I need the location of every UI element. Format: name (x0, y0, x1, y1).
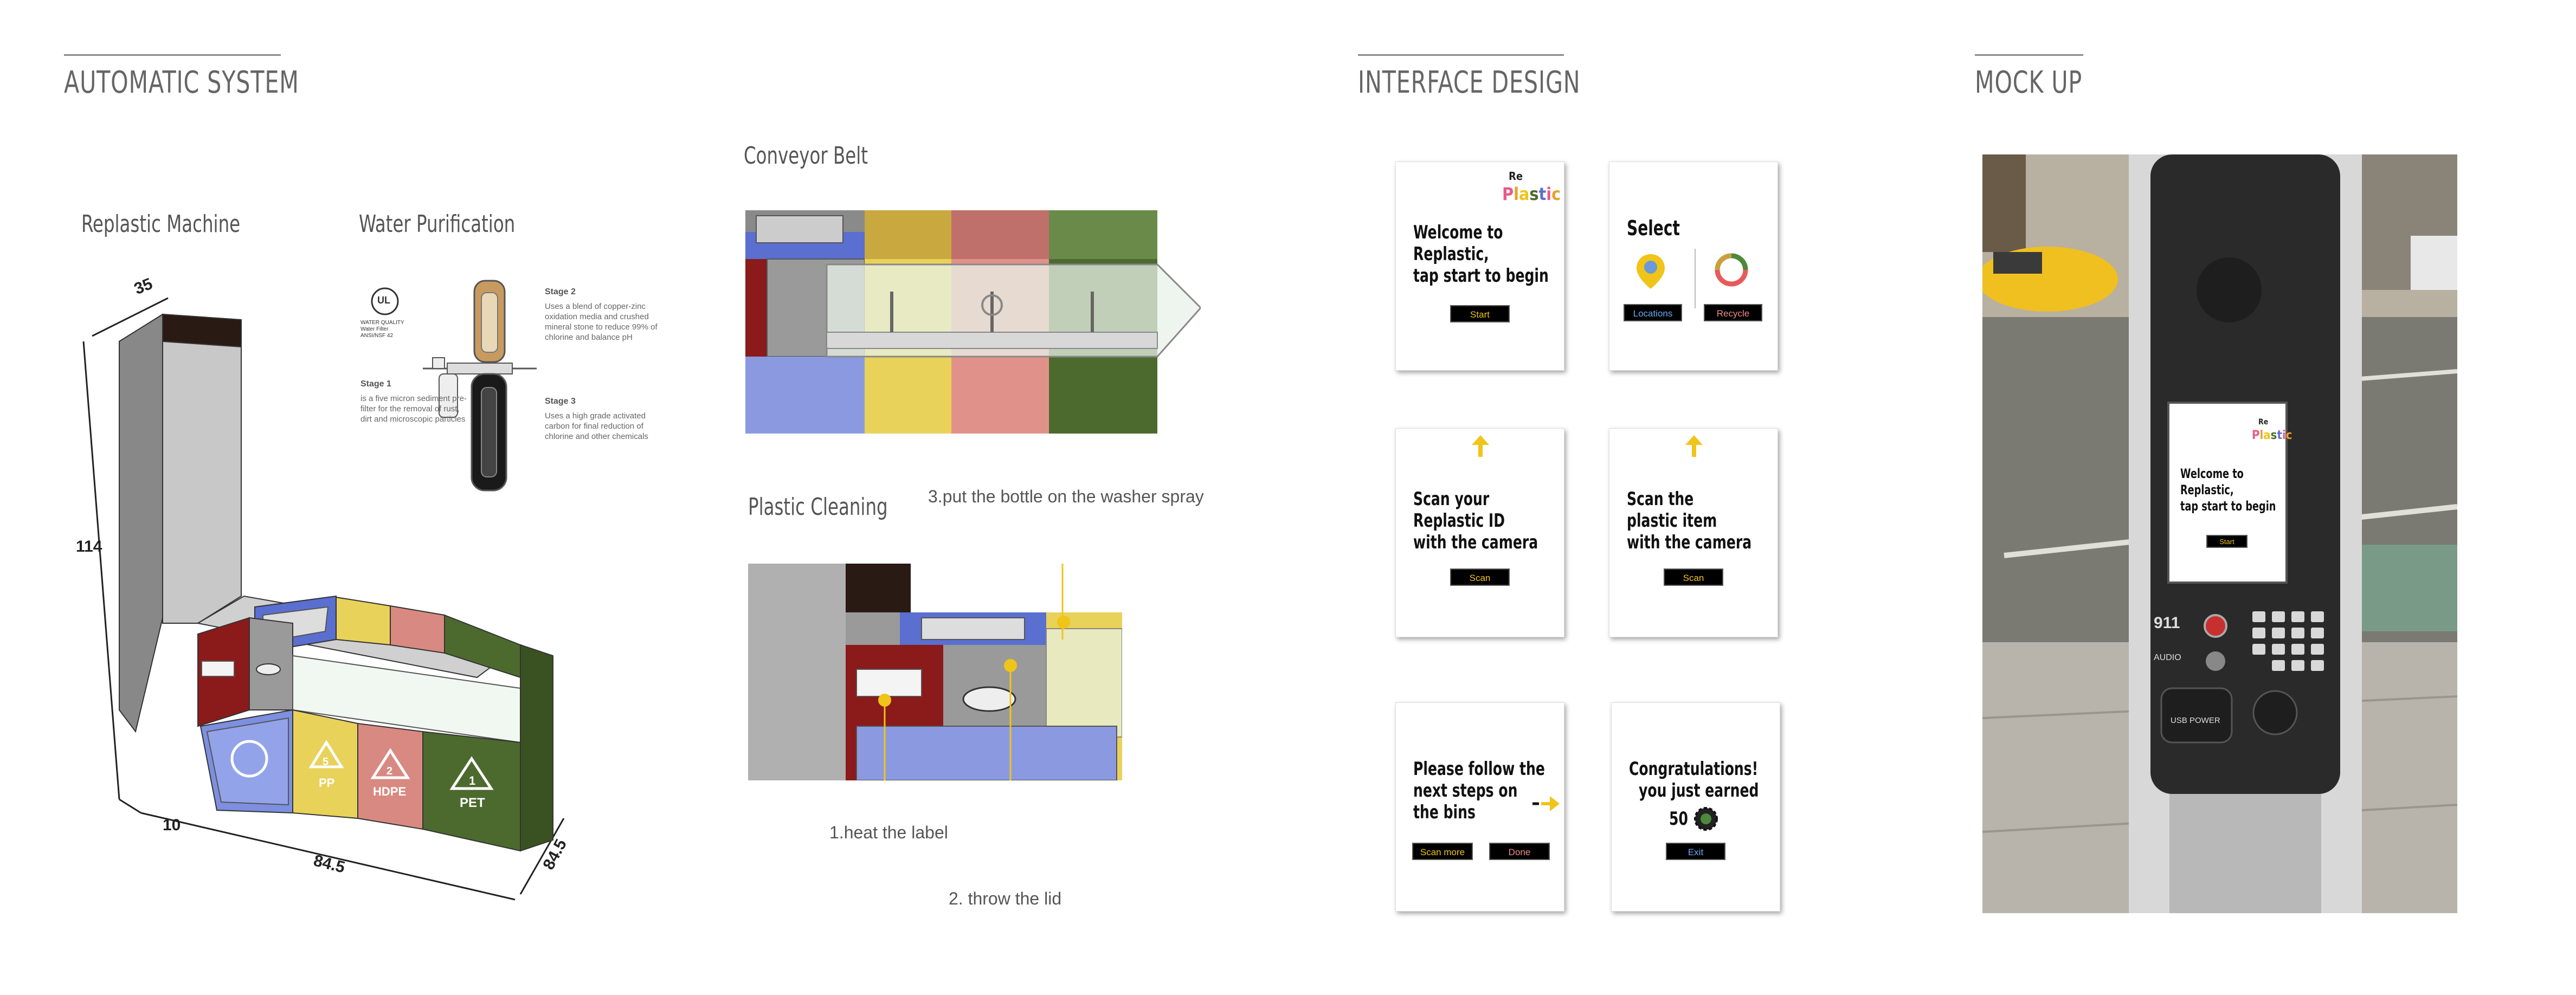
select-divider (1695, 249, 1696, 308)
arrow-up-icon (1472, 435, 1489, 445)
stage3-title: Stage 3 (545, 397, 576, 406)
follow-line-3: the bins (1413, 802, 1476, 823)
bin-hdpe-label: HDPE (373, 785, 407, 798)
kiosk-usb-label: USB POWER (2171, 716, 2220, 725)
bin-pp-number: 5 (323, 756, 329, 768)
subtitle-conveyor-belt: Conveyor Belt (744, 142, 868, 170)
cleaning-step-2: 2. throw the lid (949, 889, 1062, 908)
start-button[interactable]: Start (1450, 305, 1510, 322)
kiosk-start-button[interactable]: Start (2206, 535, 2247, 548)
location-pin-icon (1637, 254, 1665, 289)
conveyor-belt-illustration (745, 210, 1201, 434)
stage3-text: Uses a high grade activated carbon for f… (545, 411, 648, 441)
stage2-title: Stage 2 (545, 287, 576, 296)
mockup-photo: 911 AUDIO USB POWER Re Plastic Welcome t… (1982, 154, 2457, 913)
scan-id-line-1: Scan your (1413, 488, 1490, 510)
kiosk-screen[interactable]: Re Plastic Welcome to Replastic, tap sta… (2167, 402, 2292, 584)
logo-re: Re (1509, 170, 1523, 183)
screen-scan-id: Scan your Replastic ID with the camera S… (1395, 428, 1564, 637)
bin-pet-number: 1 (469, 774, 476, 787)
locations-button[interactable]: Locations (1624, 304, 1682, 321)
section-rule-mockup (1975, 54, 2083, 56)
screen-follow-steps: Please follow the next steps on the bins… (1395, 702, 1564, 912)
scan-item-line-2: plastic item (1627, 510, 1717, 532)
ul-caption: WATER QUALITY Water Filter ANSI/NSF 42 (360, 320, 404, 339)
kiosk-logo-plastic: Plastic (2252, 429, 2292, 442)
bin-hdpe-number: 2 (387, 765, 393, 777)
congrats-line-1: Congratulations! (1629, 758, 1759, 780)
plastic-cleaning-illustration (748, 564, 1122, 780)
welcome-line-1: Welcome to (1413, 222, 1503, 243)
cleaning-step-3: 3.put the bottle on the washer spray (928, 487, 1204, 506)
subtitle-replastic-machine: Replastic Machine (81, 210, 241, 238)
scan-more-button[interactable]: Scan more (1412, 843, 1473, 860)
arrow-right-icon (1532, 796, 1560, 811)
screen-select: Select Locations Recycle (1609, 161, 1778, 371)
water-filter-illustration (423, 280, 537, 492)
scan-item-button[interactable]: Scan (1664, 568, 1723, 586)
congrats-line-2: you just earned (1639, 780, 1759, 802)
logo-plastic: Plastic (1502, 184, 1561, 204)
ul-logo-text: UL (377, 295, 390, 306)
subtitle-water-purification: Water Purification (359, 210, 516, 238)
stage2-text: Uses a blend of copper-zinc oxidation me… (545, 302, 658, 342)
scan-item-line-3: with the camera (1627, 532, 1752, 553)
follow-line-1: Please follow the (1413, 758, 1545, 780)
dimension-base: 10 (163, 816, 181, 834)
kiosk-welcome-line-2: Replastic, (2180, 482, 2234, 498)
screen-congratulations: Congratulations! you just earned 50 Exit (1611, 702, 1780, 912)
section-rule-automatic (64, 54, 281, 56)
scan-id-line-3: with the camera (1413, 532, 1538, 553)
kiosk-welcome-line-3: tap start to begin (2180, 499, 2276, 514)
bin-pp-label: PP (319, 776, 335, 790)
scan-id-button[interactable]: Scan (1450, 568, 1510, 586)
gear-coin-icon (1694, 807, 1718, 831)
section-rule-interface (1358, 54, 1564, 56)
stage1-text: is a five micron sediment pre-filter for… (360, 394, 467, 424)
recycle-icon (1715, 253, 1748, 287)
kiosk-911-label: 911 (2154, 614, 2180, 632)
kiosk-logo-re: Re (2258, 418, 2269, 427)
kiosk-welcome-line-1: Welcome to (2180, 466, 2244, 481)
bin-pet-label: PET (460, 796, 485, 810)
section-title-mock-up: MOCK UP (1975, 65, 2083, 100)
follow-line-2: next steps on (1413, 780, 1518, 802)
scan-id-line-2: Replastic ID (1413, 510, 1505, 532)
arrow-up-stem (1692, 445, 1696, 457)
arrow-up-stem (1478, 445, 1483, 457)
screen-welcome: Re Plastic Welcome to Replastic, tap sta… (1395, 161, 1564, 371)
kiosk-keypad (2252, 611, 2324, 671)
section-title-interface-design: INTERFACE DESIGN (1358, 65, 1581, 100)
welcome-line-3: tap start to begin (1413, 265, 1549, 287)
stage1-title: Stage 1 (360, 379, 391, 389)
select-title: Select (1627, 216, 1680, 240)
recycle-button[interactable]: Recycle (1704, 304, 1762, 321)
congrats-points: 50 (1669, 808, 1688, 830)
section-title-automatic-system: AUTOMATIC SYSTEM (64, 65, 299, 100)
done-button[interactable]: Done (1489, 843, 1550, 860)
scan-item-line-1: Scan the (1627, 488, 1694, 510)
exit-button[interactable]: Exit (1666, 843, 1725, 860)
kiosk-audio-label: AUDIO (2154, 653, 2181, 662)
welcome-line-2: Replastic, (1413, 243, 1489, 265)
dimension-height: 114 (76, 538, 102, 555)
cleaning-step-1: 1.heat the label (829, 823, 948, 842)
screen-scan-item: Scan the plastic item with the camera Sc… (1609, 428, 1778, 637)
arrow-up-icon (1685, 435, 1703, 445)
subtitle-plastic-cleaning: Plastic Cleaning (748, 493, 888, 521)
